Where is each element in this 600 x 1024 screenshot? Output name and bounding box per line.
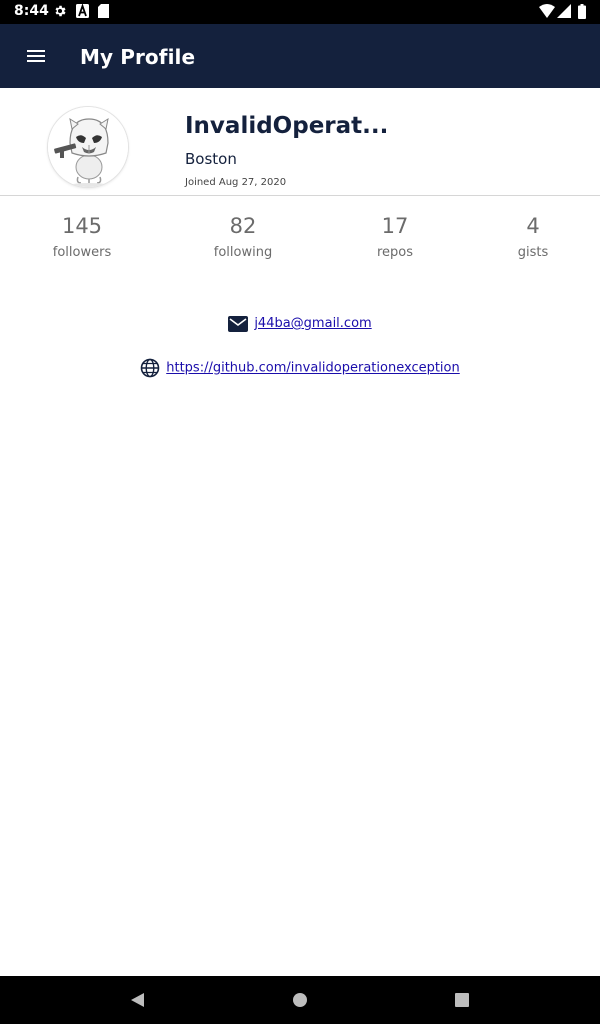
system-nav-bar: [0, 976, 600, 1024]
battery-icon: [578, 4, 586, 19]
stat-gists[interactable]: 4 gists: [473, 214, 593, 260]
status-time: 8:44: [14, 3, 49, 19]
recents-icon[interactable]: [450, 988, 474, 1012]
email-link[interactable]: j44ba@gmail.com: [254, 316, 371, 331]
home-icon[interactable]: [288, 988, 312, 1012]
app-bar: My Profile: [0, 24, 600, 88]
email-row: j44ba@gmail.com: [0, 315, 600, 332]
stat-label: gists: [517, 245, 549, 260]
mail-icon: [228, 315, 249, 332]
sd-card-icon: [98, 4, 109, 18]
username: InvalidOperat...: [185, 113, 389, 139]
stat-followers[interactable]: 145 followers: [22, 214, 142, 260]
page-title: My Profile: [80, 45, 196, 69]
stat-value: 82: [229, 214, 257, 238]
stat-value: 17: [381, 214, 409, 238]
stormtroopocat-avatar-icon: [48, 107, 128, 187]
stat-value: 4: [526, 214, 540, 238]
hamburger-menu-icon[interactable]: [24, 44, 48, 68]
wifi-icon: [539, 4, 555, 18]
website-link[interactable]: https://github.com/invalidoperationexcep…: [166, 361, 460, 376]
website-row: https://github.com/invalidoperationexcep…: [0, 358, 600, 378]
settings-icon: [55, 5, 66, 17]
avatar[interactable]: [48, 107, 128, 187]
signal-icon: [557, 4, 571, 18]
a-badge-icon: [76, 4, 89, 18]
stat-label: following: [213, 245, 273, 260]
profile-header: InvalidOperat... Boston Joined Aug 27, 2…: [0, 88, 600, 196]
status-bar: 8:44: [0, 0, 600, 24]
joined-date: Joined Aug 27, 2020: [185, 177, 287, 188]
stat-label: repos: [376, 245, 414, 260]
stat-value: 145: [61, 214, 103, 238]
back-icon[interactable]: [126, 988, 150, 1012]
stat-label: followers: [52, 245, 112, 260]
globe-icon: [140, 358, 160, 378]
stat-repos[interactable]: 17 repos: [335, 214, 455, 260]
location: Boston: [185, 150, 237, 168]
stat-following[interactable]: 82 following: [183, 214, 303, 260]
